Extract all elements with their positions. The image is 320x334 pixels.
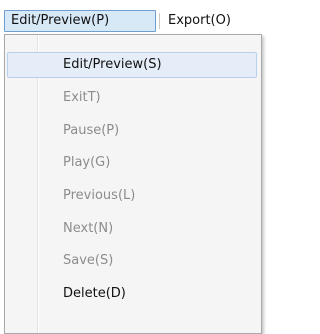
menu-item-play[interactable]: Play(G) bbox=[7, 150, 257, 176]
menu-item-pause[interactable]: Pause(P) bbox=[7, 118, 257, 144]
edit-preview-dropdown: Edit/Preview(S) ExitT) Pause(P) Play(G) … bbox=[4, 34, 262, 334]
menu-item-next[interactable]: Next(N) bbox=[7, 216, 257, 242]
menu-item-delete[interactable]: Delete(D) bbox=[7, 281, 257, 307]
application-window: Edit/Preview(P) Export(O) Edit/Preview(S… bbox=[0, 0, 270, 334]
menu-item-edit-preview[interactable]: Edit/Preview(S) bbox=[7, 52, 257, 78]
menu-item-exit[interactable]: ExitT) bbox=[7, 85, 257, 111]
menu-item-previous[interactable]: Previous(L) bbox=[7, 183, 257, 209]
menu-bar: Edit/Preview(P) Export(O) bbox=[0, 0, 270, 38]
menu-item-save[interactable]: Save(S) bbox=[7, 248, 257, 274]
menu-edit-preview[interactable]: Edit/Preview(P) bbox=[4, 10, 156, 32]
menu-export[interactable]: Export(O) bbox=[160, 10, 256, 32]
